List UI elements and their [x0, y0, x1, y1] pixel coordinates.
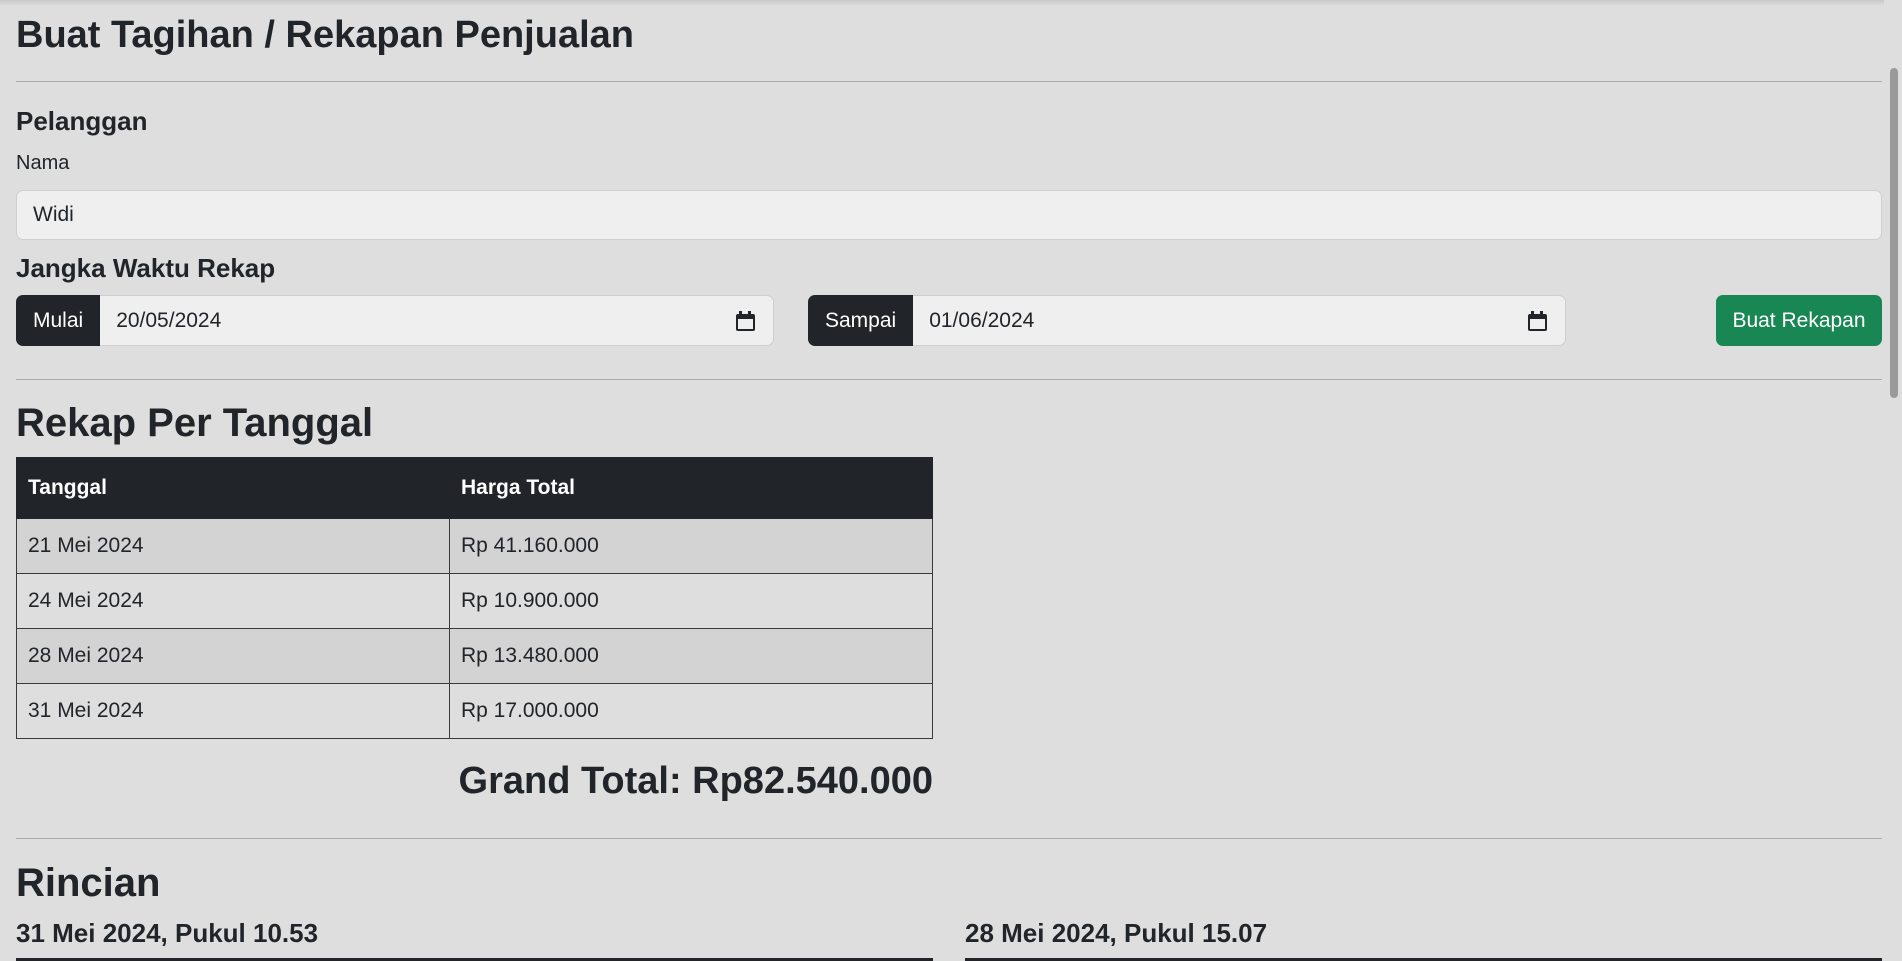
start-date-addon: Mulai — [16, 295, 101, 346]
page-title: Buat Tagihan / Rekapan Penjualan — [16, 14, 634, 56]
customer-name-input[interactable] — [16, 190, 1882, 240]
scrollbar-thumb[interactable] — [1890, 68, 1898, 398]
cell-date: 28 Mei 2024 — [16, 628, 450, 684]
start-date-input[interactable]: 20/05/2024 — [100, 295, 774, 346]
summary-table: Tanggal Harga Total 21 Mei 2024 Rp 41.16… — [16, 457, 933, 739]
top-shadow — [0, 0, 1902, 6]
start-date-value: 20/05/2024 — [116, 308, 222, 332]
column-header-date: Tanggal — [16, 457, 450, 519]
table-row: 31 Mei 2024 Rp 17.000.000 — [16, 683, 933, 739]
period-section-label: Jangka Waktu Rekap — [16, 253, 276, 283]
table-row: 24 Mei 2024 Rp 10.900.000 — [16, 573, 933, 629]
divider — [16, 838, 1882, 839]
calendar-icon[interactable] — [735, 310, 755, 331]
name-label: Nama — [16, 152, 70, 174]
cell-date: 24 Mei 2024 — [16, 573, 450, 629]
end-date-value: 01/06/2024 — [929, 308, 1035, 332]
vertical-scrollbar[interactable] — [1884, 0, 1902, 961]
cell-date: 31 Mei 2024 — [16, 683, 450, 739]
customer-section-label: Pelanggan — [16, 106, 148, 136]
end-date-group: Sampai 01/06/2024 — [808, 295, 1566, 346]
create-recap-button[interactable]: Buat Rekapan — [1716, 295, 1882, 346]
grand-total: Grand Total: Rp82.540.000 — [458, 760, 933, 802]
divider — [16, 81, 1882, 82]
table-header-row: Tanggal Harga Total — [16, 457, 933, 519]
cell-total: Rp 17.000.000 — [449, 683, 933, 739]
cell-total: Rp 10.900.000 — [449, 573, 933, 629]
start-date-group: Mulai 20/05/2024 — [16, 295, 774, 346]
column-header-total: Harga Total — [449, 457, 933, 519]
divider — [16, 379, 1882, 380]
table-row: 28 Mei 2024 Rp 13.480.000 — [16, 628, 933, 684]
end-date-input[interactable]: 01/06/2024 — [913, 295, 1566, 346]
cell-total: Rp 41.160.000 — [449, 518, 933, 574]
end-date-addon: Sampai — [808, 295, 914, 346]
detail-entry-heading: 31 Mei 2024, Pukul 10.53 — [16, 918, 319, 948]
details-title: Rincian — [16, 861, 161, 905]
detail-entry-heading: 28 Mei 2024, Pukul 15.07 — [965, 918, 1268, 948]
table-row: 21 Mei 2024 Rp 41.160.000 — [16, 518, 933, 574]
cell-date: 21 Mei 2024 — [16, 518, 450, 574]
cell-total: Rp 13.480.000 — [449, 628, 933, 684]
summary-title: Rekap Per Tanggal — [16, 401, 374, 445]
calendar-icon[interactable] — [1527, 310, 1547, 331]
